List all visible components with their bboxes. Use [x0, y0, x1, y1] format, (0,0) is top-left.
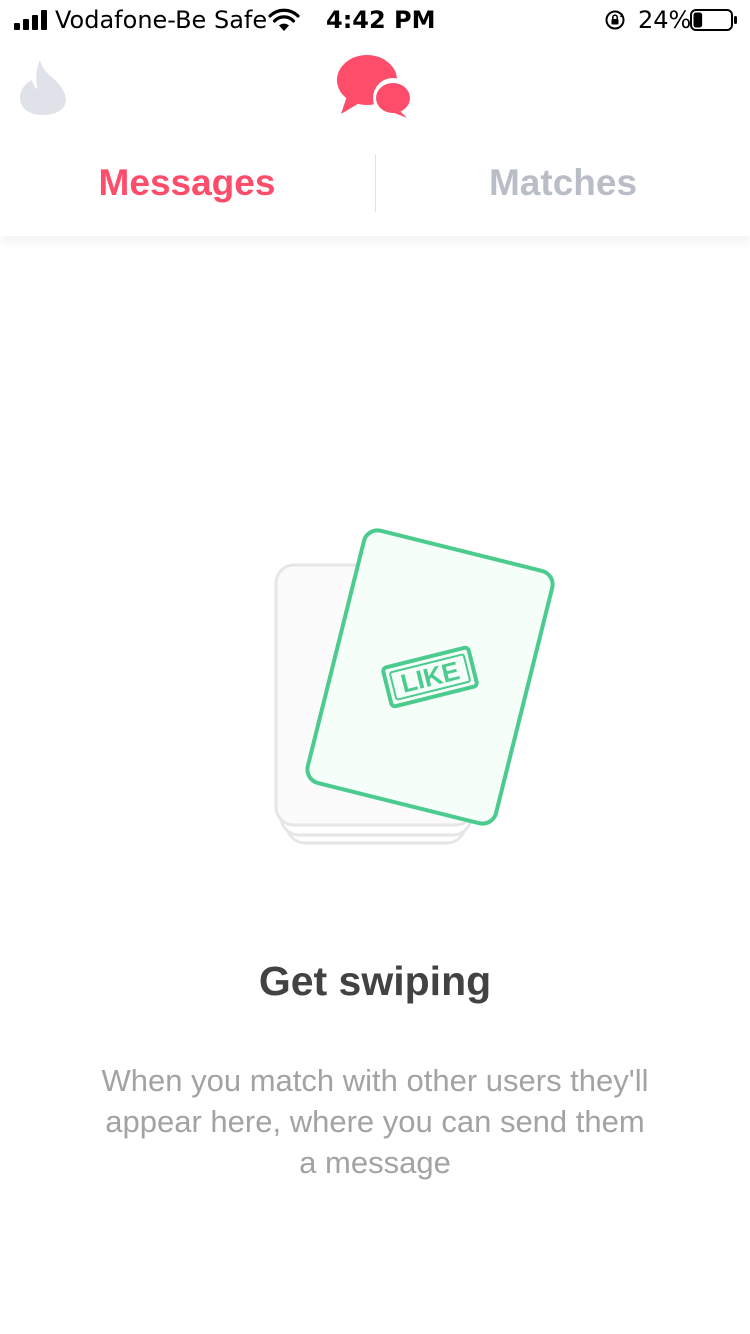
orientation-lock-icon: [605, 10, 625, 30]
flame-icon[interactable]: [18, 58, 68, 116]
chat-bubbles-icon[interactable]: [335, 52, 415, 120]
top-nav: [0, 40, 750, 140]
empty-state-title: Get swiping: [258, 958, 492, 1004]
wifi-icon: [268, 8, 300, 31]
empty-state-description: When you match with other users they'll …: [101, 1063, 649, 1180]
battery-percentage: 24%: [638, 6, 692, 34]
signal-bars-icon: [14, 10, 47, 30]
tab-matches[interactable]: Matches: [376, 140, 750, 226]
clock: 4:42 PM: [326, 6, 436, 34]
battery-icon: [690, 9, 737, 31]
tab-bar: Messages Matches: [0, 140, 750, 236]
empty-state-illustration: LIKE: [274, 528, 555, 845]
carrier-name: Vodafone-Be Safe: [55, 6, 268, 34]
tab-messages[interactable]: Messages: [0, 140, 374, 226]
status-bar: Vodafone-Be Safe 4:42 PM 24%: [0, 0, 750, 40]
messages-screen: Vodafone-Be Safe 4:42 PM 24% Messages Ma…: [0, 0, 750, 1334]
